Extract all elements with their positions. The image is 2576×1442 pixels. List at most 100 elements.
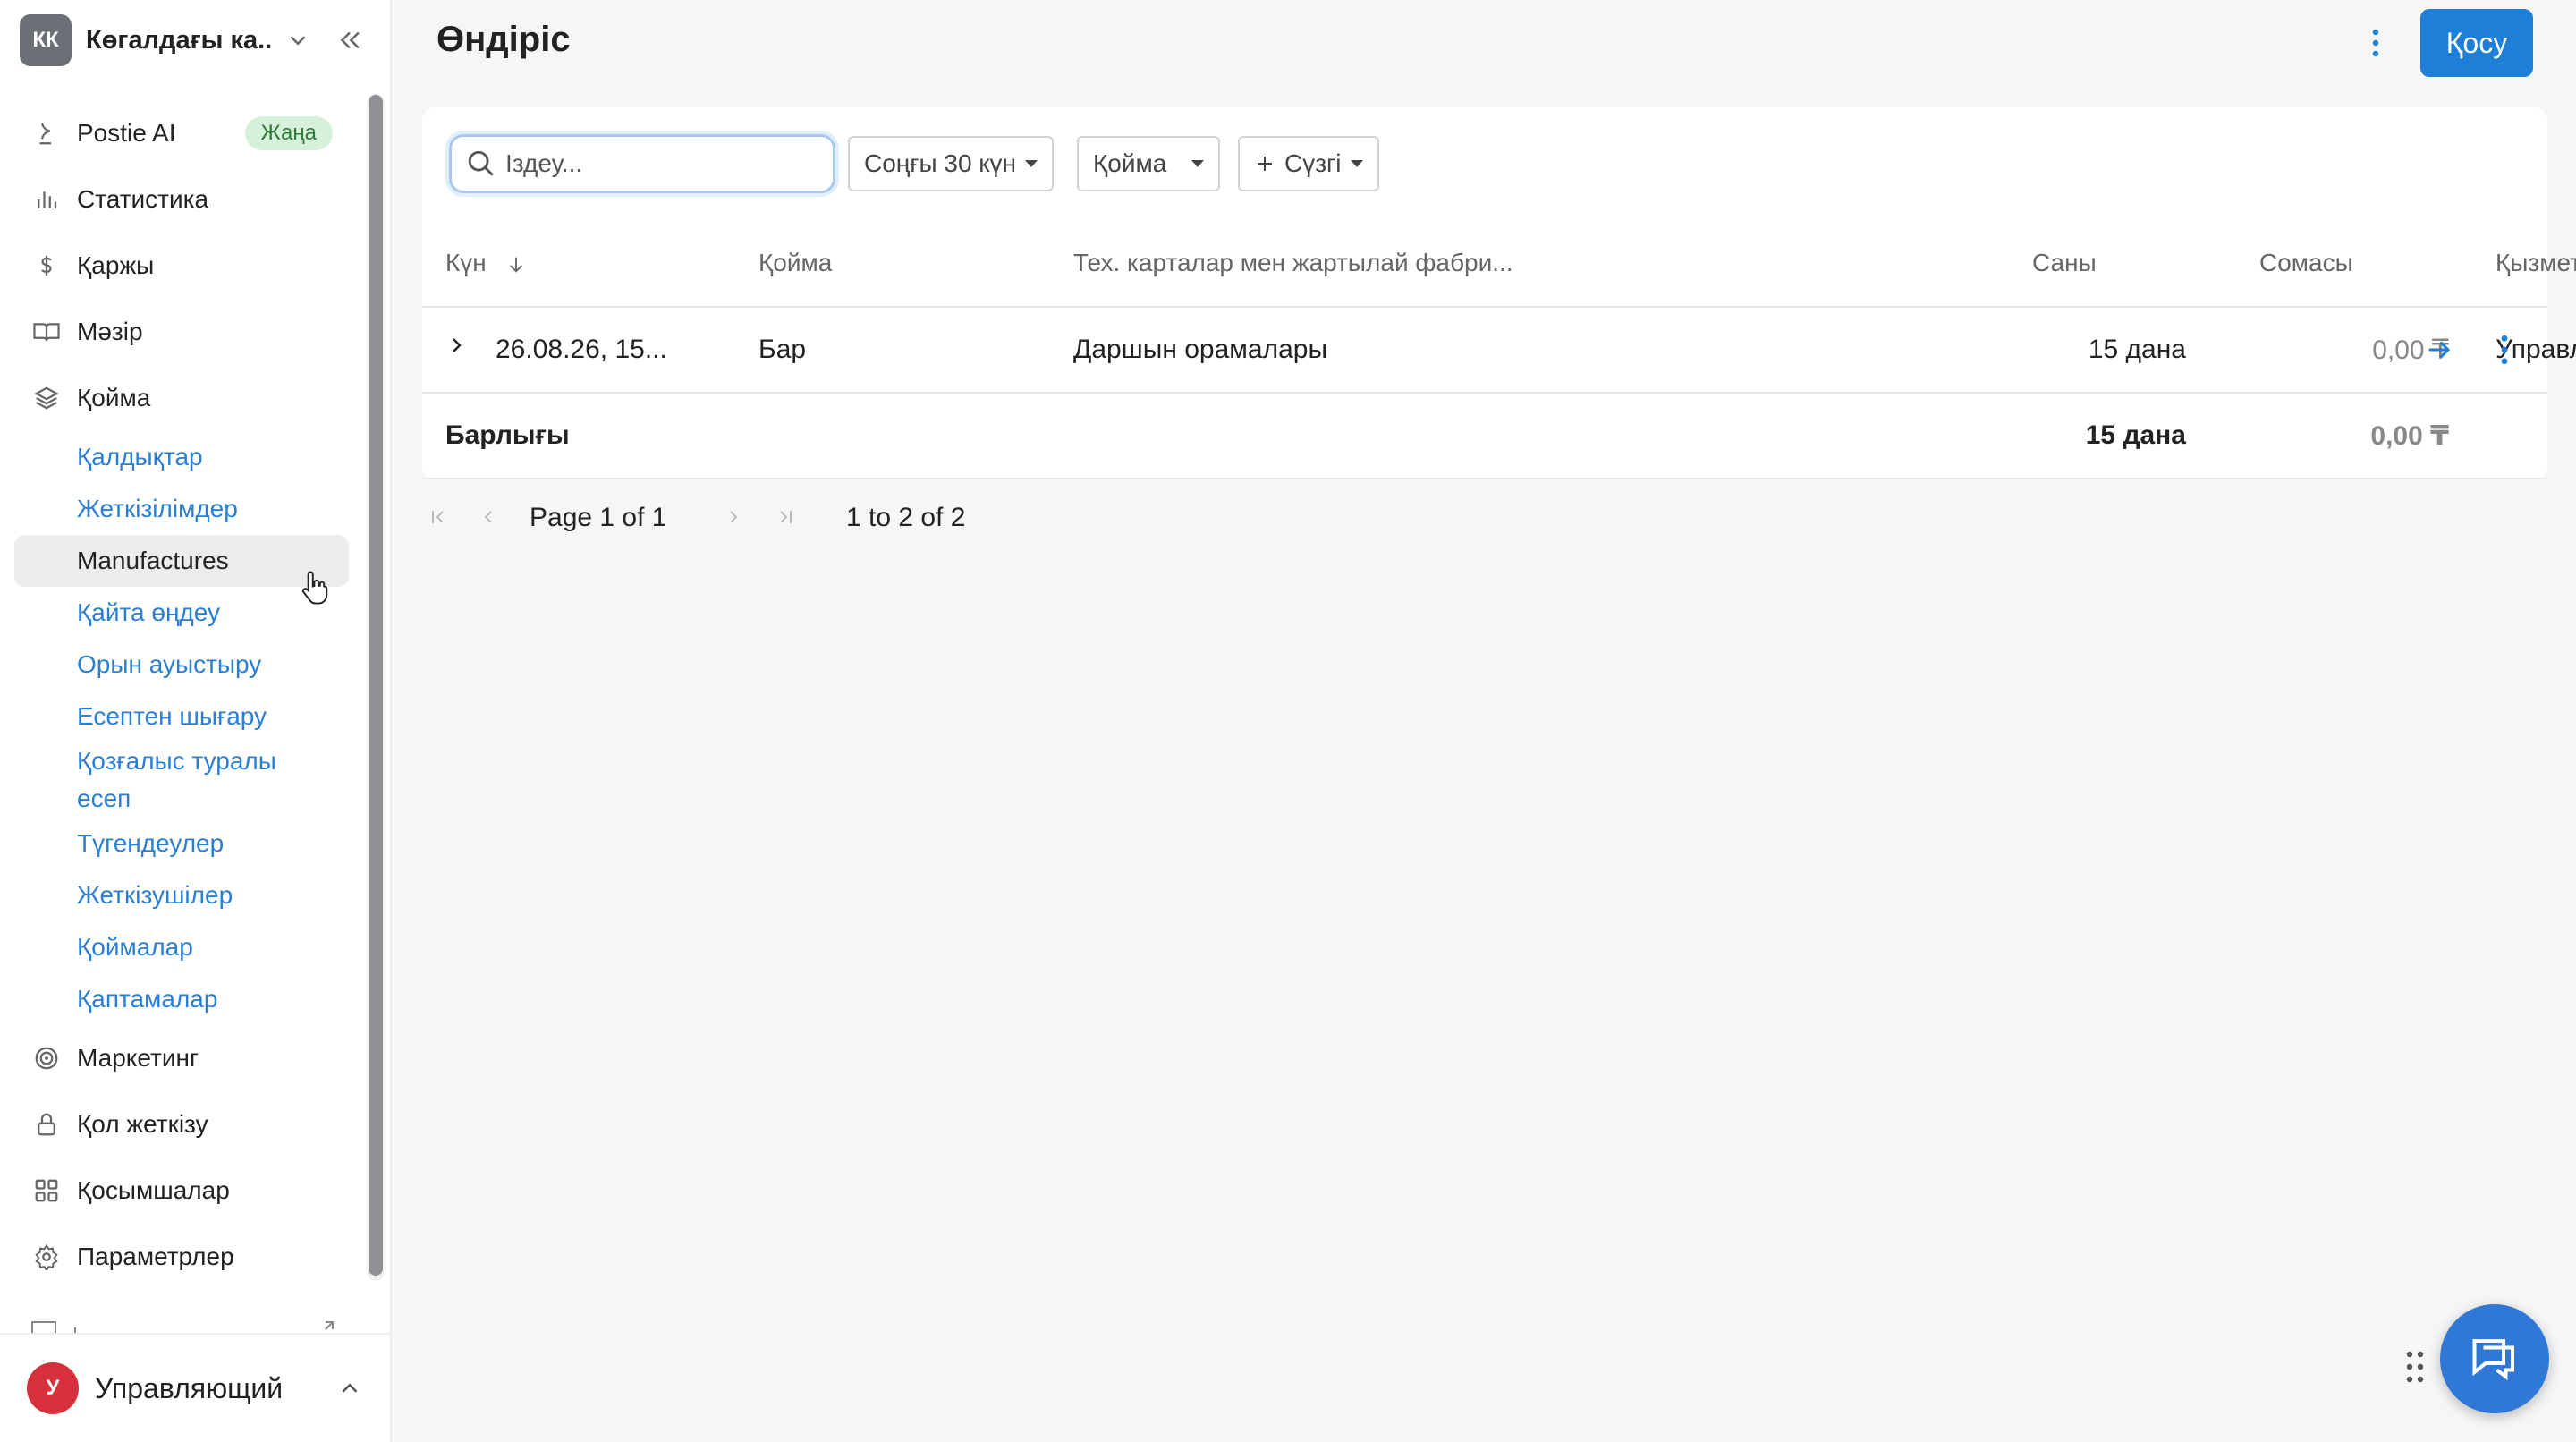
scrollbar-thumb[interactable]: [369, 95, 383, 1276]
column-header-tech-cards[interactable]: Тех. карталар мен жартылай фабри...: [1073, 249, 1513, 277]
sidebar-item-apps[interactable]: Қосымшалар: [14, 1158, 349, 1224]
page-title: Өндіріс: [436, 20, 571, 59]
workspace-name: Көгалдағы ка...: [86, 25, 274, 55]
book-icon: [30, 316, 63, 348]
period-filter-label: Соңғы 30 күн: [864, 149, 1017, 177]
sidebar-subitem-write-off[interactable]: Есептен шығару: [14, 691, 349, 742]
open-row-arrow-icon[interactable]: [2424, 335, 2454, 365]
pagination: Page 1 of 1 1 to 2 of 2: [422, 483, 1496, 551]
total-quantity: 15 дана: [2085, 420, 2186, 450]
workspace-avatar: КК: [20, 14, 72, 66]
cell-warehouse: Бар: [758, 335, 807, 364]
warehouse-filter-dropdown[interactable]: Қойма: [1077, 136, 1221, 191]
search-input[interactable]: [505, 149, 827, 178]
dollar-icon: [30, 250, 63, 282]
divider: [422, 478, 2547, 479]
sidebar-item-settings[interactable]: Параметрлер: [14, 1224, 349, 1290]
caret-down-icon: [1191, 160, 1205, 167]
sidebar-item-statistics[interactable]: Статистика: [14, 166, 349, 233]
sidebar-item-partial: [30, 1315, 352, 1333]
range-indicator: 1 to 2 of 2: [846, 503, 966, 532]
sidebar-subitem-movement-report[interactable]: Қозғалыс туралы есеп: [14, 742, 283, 818]
sidebar-subitem-manufactures[interactable]: Manufactures: [14, 535, 349, 587]
total-label: Барлығы: [445, 420, 570, 450]
sidebar-item-marketing[interactable]: Маркетинг: [14, 1025, 349, 1091]
layers-icon: [30, 382, 63, 414]
sidebar-item-postie-ai[interactable]: Postie AI Жаңа: [14, 100, 349, 166]
user-name: Управляющий: [95, 1371, 284, 1404]
sidebar-item-label: Мәзір: [77, 318, 143, 345]
sort-desc-icon: [509, 257, 522, 273]
sidebar-item-warehouse[interactable]: Қойма: [14, 365, 349, 431]
sidebar-item-finance[interactable]: Қаржы: [14, 233, 349, 299]
lock-icon: [30, 1108, 63, 1141]
page-indicator: Page 1 of 1: [530, 503, 667, 532]
cell-quantity: 15 дана: [2088, 335, 2186, 364]
next-page-icon[interactable]: [717, 501, 750, 533]
sparkle-icon: [30, 117, 63, 149]
caret-down-icon: [1025, 160, 1038, 167]
column-header-employee: Қызметкер: [2496, 249, 2576, 276]
sidebar-subitem-suppliers[interactable]: Жеткізушілер: [14, 869, 349, 921]
gear-icon: [30, 1241, 63, 1273]
column-header-quantity[interactable]: Саны: [2032, 249, 2097, 277]
hand-cursor-icon: [301, 571, 328, 605]
collapse-sidebar-icon[interactable]: [335, 25, 365, 55]
sidebar-subitem-transfer[interactable]: Орын ауыстыру: [14, 639, 349, 691]
more-options-button[interactable]: [2358, 25, 2394, 61]
divider: [422, 392, 2547, 394]
add-button[interactable]: Қосу: [2420, 9, 2533, 77]
period-filter-dropdown[interactable]: Соңғы 30 күн: [848, 136, 1055, 191]
chat-button[interactable]: [2440, 1304, 2549, 1413]
user-menu[interactable]: У Управляющий: [0, 1333, 390, 1442]
sidebar-subitem-supplies[interactable]: Жеткізілімдер: [14, 483, 349, 535]
avatar: У: [27, 1362, 79, 1414]
row-kebab-icon[interactable]: [2498, 335, 2511, 365]
chevron-right-icon[interactable]: [445, 335, 467, 356]
target-icon: [30, 1042, 63, 1074]
chat-icon: [2472, 1339, 2514, 1380]
drag-handle-icon[interactable]: [2404, 1349, 2426, 1385]
column-header-label: Күн: [445, 249, 487, 276]
sidebar-subitem-packaging[interactable]: Қаптамалар: [14, 973, 349, 1025]
sidebar-item-label: Статистика: [77, 185, 209, 213]
workspace-switcher[interactable]: КК Көгалдағы ка...: [20, 14, 372, 66]
sidebar-item-access[interactable]: Қол жеткізу: [14, 1091, 349, 1158]
sidebar-subitem-processing[interactable]: Қайта өңдеу: [14, 587, 349, 639]
chevron-down-icon: [290, 36, 306, 46]
sidebar-nav: Postie AI Жаңа Статистика Қаржы Мәзір Қо…: [14, 100, 349, 1290]
cell-tech-card: Даршын орамалары: [1073, 335, 1328, 364]
column-header-warehouse[interactable]: Қойма: [758, 249, 832, 277]
column-header-date[interactable]: Күн: [445, 249, 526, 277]
bar-chart-icon: [30, 183, 63, 216]
column-header-sum[interactable]: Сомасы: [2259, 249, 2353, 277]
sidebar-item-menu[interactable]: Мәзір: [14, 299, 349, 365]
sidebar-subitem-warehouses[interactable]: Қоймалар: [14, 921, 349, 973]
last-page-icon[interactable]: [769, 501, 801, 533]
sidebar-item-label: Қозғалыс туралы есеп: [77, 747, 276, 812]
main-content: Өндіріс Қосу Соңғы 30 күн Қойма Сүзгі Кү…: [394, 0, 2576, 1442]
sidebar-item-label: Параметрлер: [77, 1243, 234, 1270]
cell-date: 26.08.26, 15...: [496, 335, 667, 364]
new-badge: Жаңа: [244, 116, 333, 150]
sidebar-item-label: Қол жеткізу: [77, 1110, 208, 1138]
sidebar-scrollbar[interactable]: [367, 93, 385, 1281]
divider: [422, 306, 2547, 308]
sidebar-subitem-leftovers[interactable]: Қалдықтар: [14, 431, 349, 483]
sidebar-item-label: Postie AI: [77, 119, 176, 147]
add-filter-button[interactable]: Сүзгі: [1238, 136, 1379, 191]
search-icon: [468, 150, 494, 176]
production-table-card: Соңғы 30 күн Қойма Сүзгі Күн Қойма Тех. …: [422, 107, 2576, 479]
sidebar-subitem-inventories[interactable]: Түгендеулер: [14, 818, 349, 869]
plus-icon: [1258, 157, 1272, 171]
sidebar-item-label: Қосымшалар: [77, 1176, 230, 1204]
caret-down-icon: [1350, 160, 1363, 167]
kebab-icon: [2372, 29, 2379, 57]
sidebar-item-label: Қойма: [77, 384, 151, 411]
prev-page-icon[interactable]: [472, 501, 504, 533]
first-page-icon[interactable]: [422, 501, 454, 533]
sidebar: КК Көгалдағы ка... Postie AI Жаңа Статис…: [0, 0, 392, 1442]
total-sum: 0,00 ₸: [2370, 421, 2449, 451]
sidebar-item-label: Маркетинг: [77, 1044, 199, 1072]
search-box[interactable]: [449, 134, 835, 193]
